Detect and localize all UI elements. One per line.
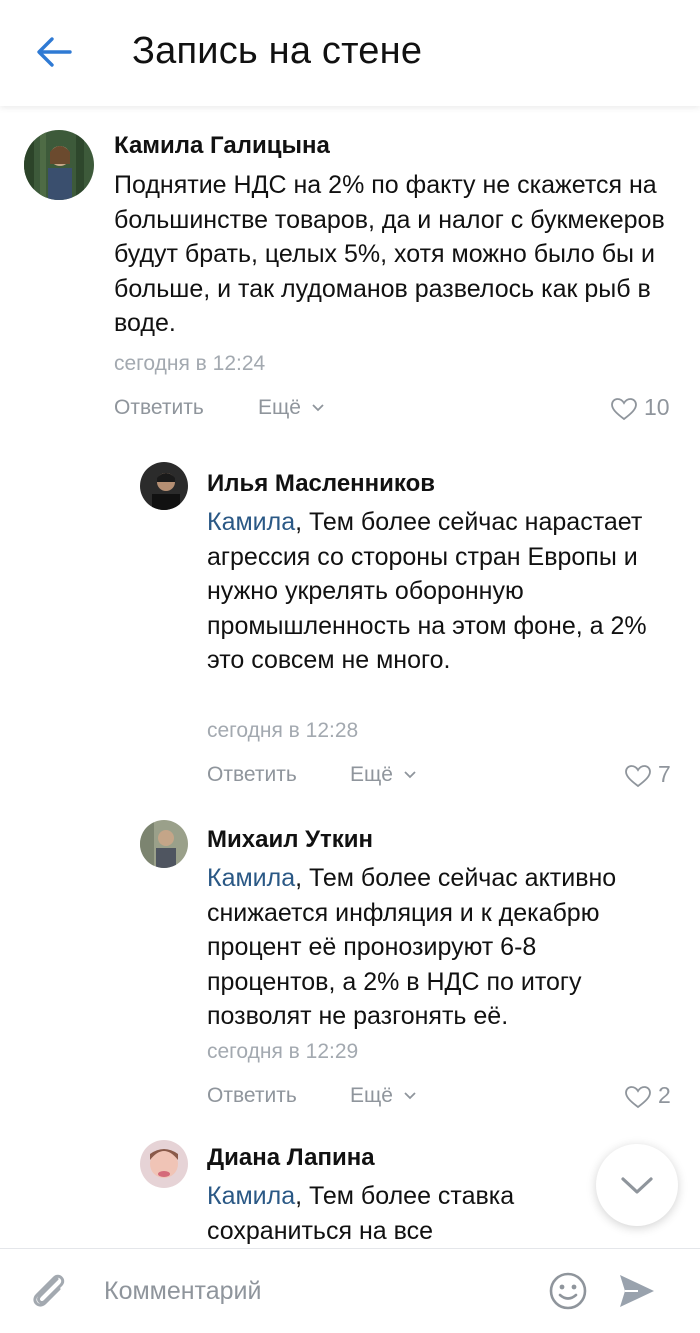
chevron-down-icon	[404, 771, 416, 779]
arrow-left-icon	[37, 37, 72, 67]
comment-text: Поднятие НДС на 2% по факту не скажется …	[114, 168, 674, 341]
comment-text: Камила, Тем более сейчас нарастает агрес…	[207, 505, 647, 678]
comment-time: сегодня в 12:24	[114, 352, 266, 375]
more-button[interactable]: Ещё	[350, 1084, 417, 1108]
reply-button[interactable]: Ответить	[114, 396, 204, 420]
paperclip-icon	[33, 1274, 65, 1307]
heart-icon	[625, 1086, 651, 1109]
comment: Камила Галицына Поднятие НДС на 2% по фа…	[0, 106, 700, 436]
reply-button[interactable]: Ответить	[207, 1084, 297, 1108]
scroll-down-button[interactable]	[596, 1144, 678, 1226]
avatar[interactable]	[140, 1140, 188, 1188]
attach-button[interactable]	[24, 1265, 74, 1315]
comment: Диана Лапина Камила, Тем более ставка со…	[0, 1126, 700, 1248]
like-button[interactable]: 7	[624, 761, 671, 788]
comment-composer	[0, 1248, 700, 1333]
top-bar: Запись на стене	[0, 0, 700, 106]
comment-time: сегодня в 12:28	[207, 719, 359, 742]
avatar-image	[24, 130, 94, 200]
mention-link[interactable]: Камила	[207, 864, 295, 892]
like-button[interactable]: 2	[624, 1082, 671, 1109]
comment-body: Поднятие НДС на 2% по факту не скажется …	[114, 171, 665, 337]
chevron-down-icon	[404, 1092, 416, 1100]
mention-link[interactable]: Камила	[207, 508, 295, 536]
comment-time: сегодня в 12:29	[207, 1040, 359, 1063]
avatar[interactable]	[140, 820, 188, 868]
more-label: Ещё	[350, 763, 393, 786]
heart-icon	[611, 398, 637, 421]
comment-text: Камила, Тем более ставка сохраниться на …	[207, 1179, 587, 1248]
more-label: Ещё	[350, 1084, 393, 1107]
comment-author[interactable]: Илья Масленников	[207, 470, 435, 498]
like-count: 10	[644, 394, 670, 420]
send-button[interactable]	[614, 1269, 658, 1313]
heart-icon	[625, 765, 651, 788]
avatar-image	[140, 1140, 188, 1188]
avatar-image	[140, 462, 188, 510]
smiley-icon	[549, 1272, 587, 1310]
comment-text: Камила, Тем более сейчас активно снижает…	[207, 861, 667, 1034]
like-count: 7	[658, 761, 671, 787]
more-button[interactable]: Ещё	[258, 396, 325, 420]
page-title: Запись на стене	[132, 30, 423, 72]
like-button[interactable]: 10	[610, 394, 670, 421]
more-button[interactable]: Ещё	[350, 763, 417, 787]
avatar[interactable]	[140, 462, 188, 510]
emoji-button[interactable]	[548, 1271, 588, 1311]
comment-author[interactable]: Камила Галицына	[114, 132, 330, 160]
comment: Михаил Уткин Камила, Тем более сейчас ак…	[0, 806, 700, 1136]
comments-feed[interactable]: Камила Галицына Поднятие НДС на 2% по фа…	[0, 106, 700, 1248]
comment-input[interactable]	[104, 1267, 524, 1315]
comment-author[interactable]: Диана Лапина	[207, 1144, 375, 1172]
comment-author[interactable]: Михаил Уткин	[207, 826, 373, 854]
comment: Илья Масленников Камила, Тем более сейча…	[0, 446, 700, 806]
send-icon	[620, 1275, 654, 1307]
chevron-down-icon	[312, 404, 324, 412]
mention-link[interactable]: Камила	[207, 1182, 295, 1210]
back-button[interactable]	[32, 30, 76, 74]
like-count: 2	[658, 1082, 671, 1108]
avatar[interactable]	[24, 130, 94, 200]
more-label: Ещё	[258, 396, 301, 419]
chevron-down-icon	[621, 1177, 653, 1194]
reply-button[interactable]: Ответить	[207, 763, 297, 787]
avatar-image	[140, 820, 188, 868]
